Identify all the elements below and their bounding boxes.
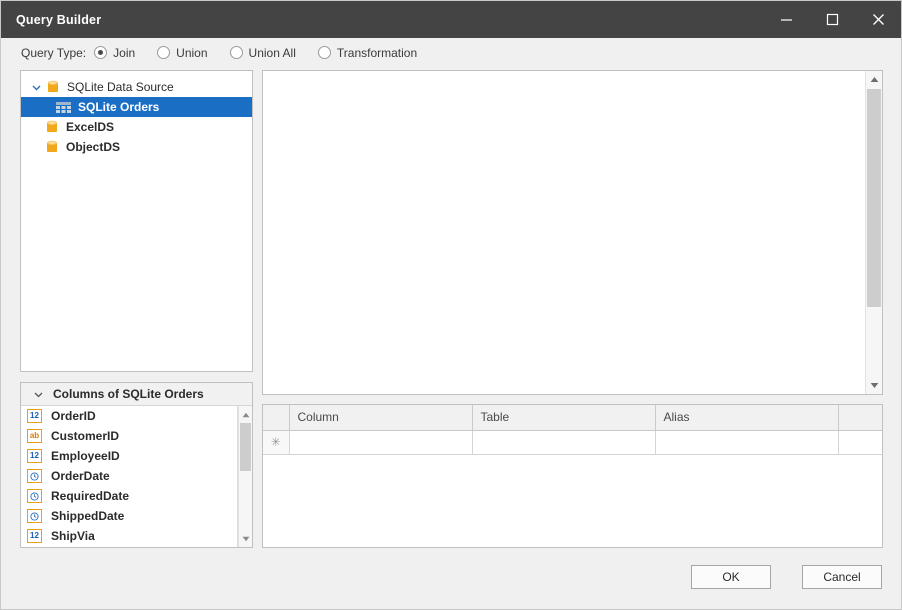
list-item[interactable]: 12 ShipVia	[21, 526, 237, 546]
grid-body: ✳	[263, 430, 882, 454]
column-name: RequiredDate	[51, 489, 129, 503]
radio-union[interactable]: Union	[157, 46, 207, 60]
dialog-footer: OK Cancel	[1, 554, 901, 609]
datetime-type-icon	[27, 509, 42, 523]
column-name: OrderDate	[51, 469, 110, 483]
grid-header: Column Table Alias	[263, 405, 882, 430]
query-type-row: Query Type: Join Union Union All Transfo…	[1, 38, 901, 67]
radio-union-all[interactable]: Union All	[230, 46, 296, 60]
list-item[interactable]: 12 EmployeeID	[21, 446, 237, 466]
database-icon	[43, 139, 60, 155]
tree-list: SQLite Data Source	[21, 71, 252, 157]
list-item[interactable]: 12 OrderID	[21, 406, 237, 426]
tree-node-label: ObjectDS	[66, 140, 120, 154]
maximize-icon	[826, 13, 839, 26]
tree-node-sqlite-orders[interactable]: SQLite Orders	[21, 97, 252, 117]
column-name: ShippedDate	[51, 509, 124, 523]
chevron-down-icon[interactable]	[29, 80, 43, 94]
columns-panel: Columns of SQLite Orders 12 OrderID ab C…	[20, 382, 253, 548]
scroll-down-arrow-icon[interactable]	[239, 530, 252, 547]
canvas-scrollbar[interactable]	[865, 71, 882, 394]
number-type-icon: 12	[27, 529, 42, 543]
grid-header-table[interactable]: Table	[472, 405, 655, 430]
query-type-label: Query Type:	[21, 46, 86, 60]
cancel-button[interactable]: Cancel	[802, 565, 882, 589]
radio-union-all-mark	[230, 46, 243, 59]
scroll-down-arrow-icon[interactable]	[866, 377, 882, 394]
new-row-marker-icon: ✳	[263, 430, 289, 454]
tree-node-label: ExcelDS	[66, 120, 114, 134]
radio-join-mark	[94, 46, 107, 59]
grid-table: Column Table Alias ✳	[263, 405, 882, 455]
list-item[interactable]: ShippedDate	[21, 506, 237, 526]
minimize-button[interactable]	[763, 1, 809, 38]
column-name: OrderID	[51, 409, 96, 423]
grid-cell-tail	[838, 430, 882, 454]
database-icon	[43, 119, 60, 135]
data-source-tree[interactable]: SQLite Data Source	[20, 70, 253, 372]
column-name: ShipVia	[51, 529, 95, 543]
list-item[interactable]: RequiredDate	[21, 486, 237, 506]
tree-node-excelds[interactable]: ExcelDS	[21, 117, 252, 137]
radio-join-label: Join	[113, 46, 135, 60]
scroll-up-arrow-icon[interactable]	[239, 406, 252, 423]
radio-join[interactable]: Join	[94, 46, 135, 60]
radio-union-label: Union	[176, 46, 207, 60]
maximize-button[interactable]	[809, 1, 855, 38]
database-icon	[44, 79, 61, 95]
column-name: CustomerID	[51, 429, 119, 443]
grid-cell-alias[interactable]	[655, 430, 838, 454]
grid-cell-table[interactable]	[472, 430, 655, 454]
chevron-down-icon[interactable]	[31, 387, 45, 401]
column-name: EmployeeID	[51, 449, 120, 463]
columns-scrollbar[interactable]	[238, 406, 252, 547]
columns-panel-title: Columns of SQLite Orders	[53, 387, 204, 401]
columns-list-wrapper: 12 OrderID ab CustomerID 12 EmployeeID	[21, 406, 252, 547]
columns-scroll-thumb[interactable]	[240, 423, 251, 471]
grid-header-column[interactable]: Column	[289, 405, 472, 430]
close-button[interactable]	[855, 1, 901, 38]
number-type-icon: 12	[27, 449, 42, 463]
close-icon	[872, 13, 885, 26]
datetime-type-icon	[27, 489, 42, 503]
grid-header-row: Column Table Alias	[263, 405, 882, 430]
ok-button[interactable]: OK	[691, 565, 771, 589]
query-builder-window: Query Builder Query Type: Join	[0, 0, 902, 610]
list-item[interactable]: OrderDate	[21, 466, 237, 486]
join-diagram-canvas[interactable]	[262, 70, 883, 395]
table-row[interactable]: ✳	[263, 430, 882, 454]
columns-list[interactable]: 12 OrderID ab CustomerID 12 EmployeeID	[21, 406, 238, 547]
canvas-scroll-thumb[interactable]	[867, 89, 881, 307]
text-type-icon: ab	[27, 429, 42, 443]
grid-header-tail	[838, 405, 882, 430]
selected-columns-grid[interactable]: Column Table Alias ✳	[262, 404, 883, 548]
radio-union-mark	[157, 46, 170, 59]
radio-transformation-mark	[318, 46, 331, 59]
table-icon	[55, 99, 72, 115]
grid-header-alias[interactable]: Alias	[655, 405, 838, 430]
title-bar: Query Builder	[1, 1, 901, 38]
main-body: SQLite Data Source	[1, 67, 901, 554]
scroll-up-arrow-icon[interactable]	[866, 71, 882, 88]
tree-node-label: SQLite Data Source	[67, 80, 174, 94]
list-item[interactable]: ab CustomerID	[21, 426, 237, 446]
tree-node-sqlite-data-source[interactable]: SQLite Data Source	[21, 77, 252, 97]
canvas-surface[interactable]	[263, 71, 864, 394]
tree-node-label: SQLite Orders	[78, 100, 159, 114]
radio-transformation-label: Transformation	[337, 46, 417, 60]
grid-header-rowmarker	[263, 405, 289, 430]
radio-transformation[interactable]: Transformation	[318, 46, 417, 60]
minimize-icon	[780, 13, 793, 26]
tree-node-objectds[interactable]: ObjectDS	[21, 137, 252, 157]
number-type-icon: 12	[27, 409, 42, 423]
datetime-type-icon	[27, 469, 42, 483]
window-title: Query Builder	[16, 13, 101, 27]
grid-cell-column[interactable]	[289, 430, 472, 454]
radio-union-all-label: Union All	[249, 46, 296, 60]
columns-panel-header[interactable]: Columns of SQLite Orders	[21, 383, 252, 406]
